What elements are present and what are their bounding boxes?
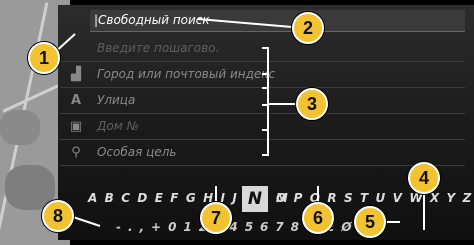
callout-8: 8 bbox=[42, 200, 74, 232]
menu-item-poi[interactable]: ⚲ Особая цель bbox=[60, 140, 465, 166]
menu-item-house-number[interactable]: ▣ Дом № bbox=[60, 114, 465, 140]
menu-item-step-by-step[interactable]: Введите пошагово. bbox=[60, 36, 465, 62]
callout-2: 2 bbox=[292, 12, 324, 44]
menu-item-street[interactable]: A Улица bbox=[60, 88, 465, 114]
callout-6: 6 bbox=[302, 202, 334, 234]
callout-7: 7 bbox=[200, 202, 232, 234]
menu-item-label: Особая цель bbox=[97, 145, 177, 159]
menu-item-label: Улица bbox=[97, 93, 136, 107]
menu-item-label: Дом № bbox=[97, 119, 140, 133]
poi-icon: ⚲ bbox=[71, 145, 81, 160]
street-icon: A bbox=[70, 93, 82, 108]
letter-keys-right[interactable]: O P Q R S T U V W X Y Z bbox=[276, 191, 473, 205]
house-number-icon: ▣ bbox=[69, 119, 83, 134]
free-search-field[interactable]: Свободный поиск bbox=[90, 10, 465, 32]
callout-4: 4 bbox=[408, 162, 440, 194]
map-area bbox=[0, 110, 40, 145]
character-bar-row2: - . , + 0 1 2 3 4 5 6 7 8 9 Æ Ø bbox=[58, 214, 474, 240]
menu-item-label: Город или почтовый индекс bbox=[97, 67, 276, 81]
menu-item-label: Введите пошагово. bbox=[97, 41, 220, 55]
city-icon: ▟ bbox=[71, 67, 81, 82]
callout-1: 1 bbox=[28, 42, 60, 74]
callout-5: 5 bbox=[354, 206, 386, 238]
callout-3: 3 bbox=[296, 88, 328, 120]
selected-key[interactable]: N bbox=[242, 186, 268, 212]
menu-item-city[interactable]: ▟ Город или почтовый индекс bbox=[60, 62, 465, 88]
free-search-label: Свободный поиск bbox=[94, 13, 210, 27]
